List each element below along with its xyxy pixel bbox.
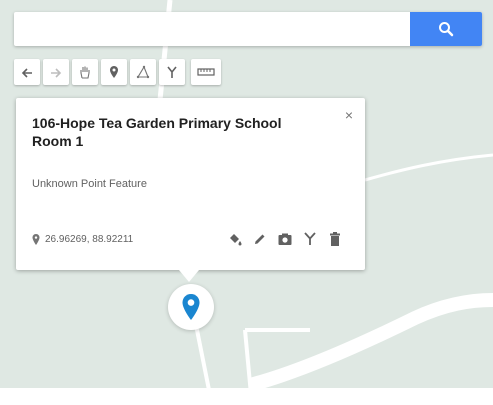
add-photo-button[interactable] [277, 231, 293, 247]
delete-button[interactable] [327, 231, 343, 247]
selected-map-marker[interactable] [168, 284, 214, 330]
feature-type: Unknown Point Feature [32, 178, 147, 190]
undo-icon [21, 68, 32, 78]
location-pin-icon [32, 234, 40, 245]
feature-title: 106-Hope Tea Garden Primary School Room … [32, 115, 282, 149]
map-toolbar [14, 59, 221, 85]
edit-button[interactable] [252, 231, 268, 247]
search-icon [439, 22, 454, 37]
feature-info-card: 106-Hope Tea Garden Primary School Room … [16, 98, 365, 270]
undo-button[interactable] [14, 59, 40, 85]
feature-actions [227, 231, 343, 247]
redo-button[interactable] [43, 59, 69, 85]
card-pointer [179, 270, 199, 282]
measure-button[interactable] [191, 59, 221, 85]
hand-icon [80, 66, 90, 79]
style-button[interactable] [227, 231, 243, 247]
trash-icon [330, 232, 340, 246]
ruler-icon [197, 68, 215, 76]
search-input[interactable] [14, 12, 406, 46]
coordinates-text: 26.96269, 88.92211 [45, 234, 134, 245]
search-bar [14, 12, 482, 46]
feature-coordinates: 26.96269, 88.92211 [32, 234, 133, 245]
search-button[interactable] [410, 12, 482, 46]
marker-icon [110, 66, 118, 78]
add-marker-button[interactable] [101, 59, 127, 85]
draw-line-icon [136, 65, 150, 79]
directions-icon [304, 232, 316, 245]
paint-bucket-icon [230, 234, 242, 246]
map-footer-strip [0, 388, 493, 405]
pencil-icon [255, 234, 265, 244]
close-button[interactable]: × [345, 107, 353, 123]
directions-button[interactable] [159, 59, 185, 85]
draw-line-button[interactable] [130, 59, 156, 85]
map-marker-icon [182, 294, 200, 320]
pan-button[interactable] [72, 59, 98, 85]
directions-icon [167, 66, 177, 78]
redo-icon [51, 68, 62, 78]
camera-icon [278, 233, 292, 245]
get-directions-button[interactable] [302, 231, 318, 247]
